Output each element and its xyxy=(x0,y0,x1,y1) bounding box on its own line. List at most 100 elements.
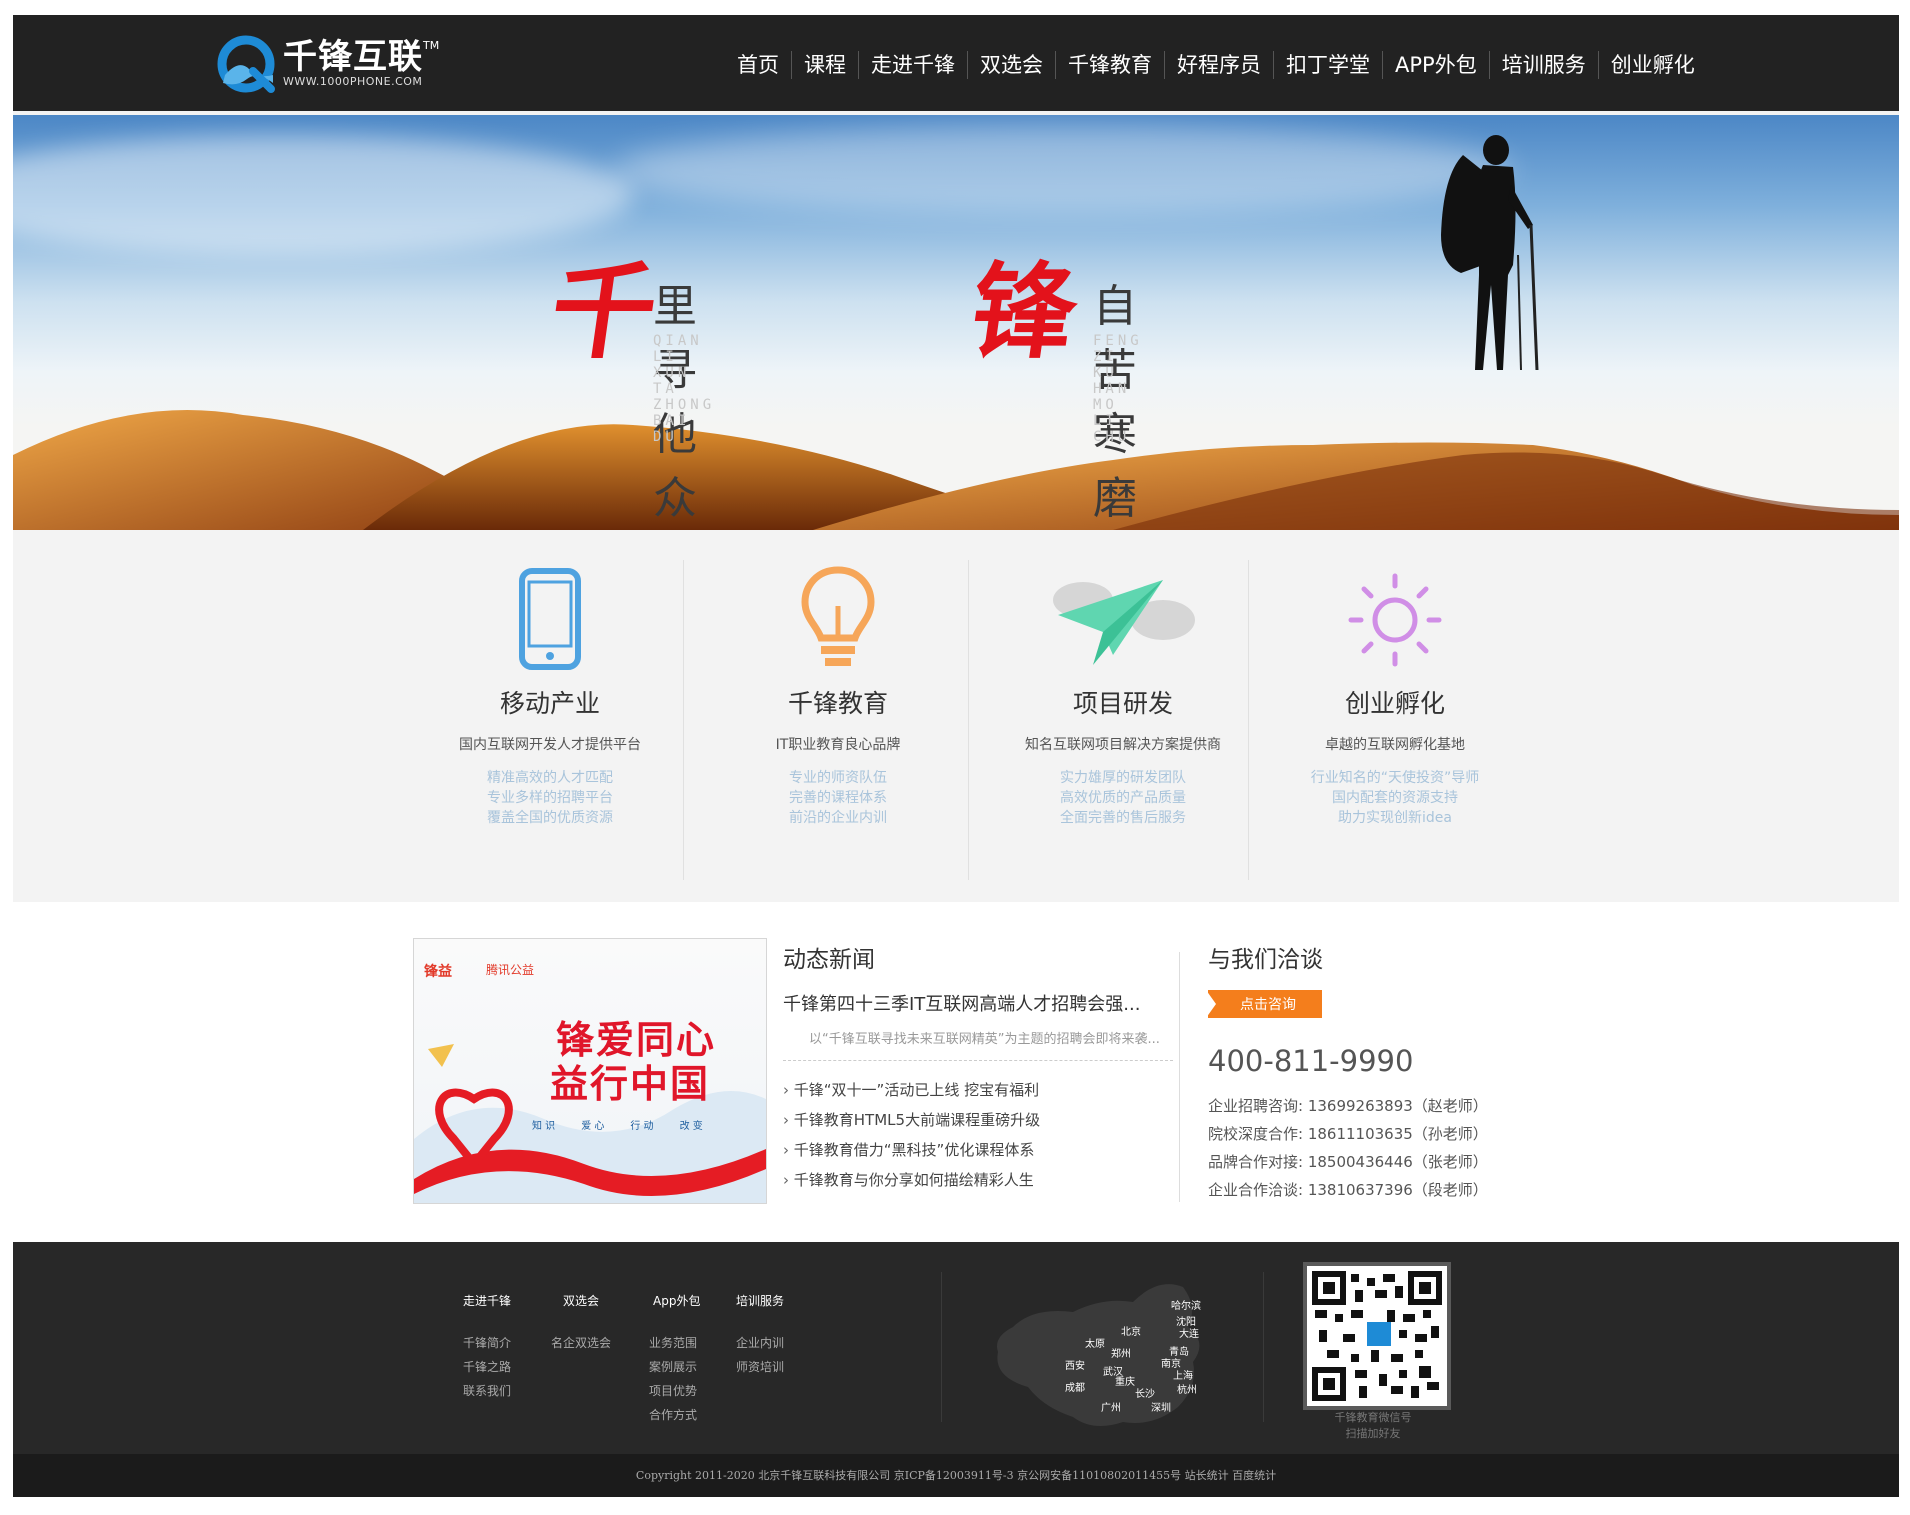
feature-desc: 精准高效的人才匹配 专业多样的招聘平台 覆盖全国的优质资源 xyxy=(410,768,690,828)
footer-link[interactable]: 合作方式 xyxy=(649,1403,700,1427)
divider xyxy=(1179,952,1180,1202)
footer-col-training: 培训服务 企业内训 师资培训 xyxy=(736,1292,784,1379)
feature-desc-line: 行业知名的“天使投资”导师 xyxy=(1310,770,1480,786)
nav-item-training[interactable]: 培训服务 xyxy=(1490,51,1599,79)
feature-desc: 实力雄厚的研发团队 高效优质的产品质量 全面完善的售后服务 xyxy=(983,768,1263,828)
contact-row: 企业合作洽谈: 13810637396（段老师） xyxy=(1208,1181,1488,1199)
footer-col-title: 走进千锋 xyxy=(463,1294,512,1308)
news-contact-section: 锋益 腾讯公益 锋爱同心 益行中国 知 识 爱 心 行 动 改 变 动态新闻 千… xyxy=(13,902,1899,1242)
promo-tag: 改 变 xyxy=(679,1121,703,1132)
contact-title: 与我们洽谈 xyxy=(1208,947,1323,973)
footer-col-title: 双选会 xyxy=(563,1294,600,1308)
promo-brand-2: 腾讯公益 xyxy=(486,963,535,977)
city-label: 太原 xyxy=(1085,1339,1105,1350)
footer-link[interactable]: 千锋之路 xyxy=(463,1355,511,1379)
logo[interactable]: 千锋互联TM WWW.1000PHONE.COM xyxy=(217,33,439,95)
features-section: 移动产业 国内互联网开发人才提供平台 精准高效的人才匹配 专业多样的招聘平台 覆… xyxy=(13,530,1899,902)
city-label: 杭州 xyxy=(1177,1385,1197,1396)
contact-list: 企业招聘咨询: 13699263893（赵老师） 院校深度合作: 1861110… xyxy=(1208,1092,1538,1204)
city-label: 广州 xyxy=(1101,1403,1121,1414)
footer-col-about: 走进千锋 千锋简介 千锋之路 联系我们 xyxy=(463,1292,511,1403)
footer-link[interactable]: 业务范围 xyxy=(649,1331,700,1355)
city-label: 上海 xyxy=(1173,1371,1193,1382)
city-label: 重庆 xyxy=(1115,1377,1135,1388)
feature-rnd[interactable]: 项目研发 知名互联网项目解决方案提供商 实力雄厚的研发团队 高效优质的产品质量 … xyxy=(983,560,1263,870)
promo-tag: 爱 心 xyxy=(581,1121,605,1132)
footer-col-jobfair: 双选会 名企双选会 xyxy=(551,1292,611,1355)
sun-icon xyxy=(1348,573,1442,667)
divider xyxy=(1248,560,1249,880)
feature-desc-line: 覆盖全国的优质资源 xyxy=(487,810,613,826)
logo-tm: TM xyxy=(423,39,440,52)
nav-item-good-programmer[interactable]: 好程序员 xyxy=(1165,51,1274,79)
consult-button[interactable]: 点击咨询 xyxy=(1206,990,1322,1018)
footer-col-title: 培训服务 xyxy=(736,1294,785,1308)
feature-subtitle: IT职业教育良心品牌 xyxy=(775,737,901,753)
feature-title: 千锋教育 xyxy=(787,689,888,718)
footer-link[interactable]: 联系我们 xyxy=(463,1379,511,1403)
promo-tags: 知 识 爱 心 行 动 改 变 xyxy=(532,1117,703,1132)
footer-col-app: App外包 业务范围 案例展示 项目优势 合作方式 xyxy=(649,1292,700,1427)
feature-title: 创业孵化 xyxy=(1344,689,1445,718)
feature-education[interactable]: 千锋教育 IT职业教育良心品牌 专业的师资队伍 完善的课程体系 前沿的企业内训 xyxy=(698,560,978,870)
nav-item-courses[interactable]: 课程 xyxy=(792,51,859,79)
footer-col-title: App外包 xyxy=(653,1294,701,1308)
promo-brand-1: 锋益 xyxy=(424,964,452,980)
slogan-char-feng: 锋 xyxy=(963,250,1085,373)
news-panel: 动态新闻 千锋第四十三季IT互联网高端人才招聘会强... 以“千锋互联寻找未来互… xyxy=(783,940,1173,1195)
feature-desc-line: 精准高效的人才匹配 xyxy=(487,770,613,786)
footer-link[interactable]: 师资培训 xyxy=(736,1355,784,1379)
news-item[interactable]: 千锋教育借力“黑科技”优化课程体系 xyxy=(783,1135,1173,1165)
footer-link[interactable]: 项目优势 xyxy=(649,1379,700,1403)
hotline-phone[interactable]: 400-811-9990 xyxy=(1208,1044,1538,1078)
china-campus-map: 哈尔滨 沈阳 大连 北京 太原 郑州 青岛 西安 武汉 南京 上海 成都 重庆 … xyxy=(973,1267,1233,1437)
phone-icon xyxy=(519,568,581,670)
nav-item-education[interactable]: 千锋教育 xyxy=(1056,51,1165,79)
nav-item-home[interactable]: 首页 xyxy=(725,51,792,79)
news-title: 动态新闻 xyxy=(783,947,875,973)
nav-item-about[interactable]: 走进千锋 xyxy=(859,51,968,79)
city-label: 深圳 xyxy=(1151,1403,1171,1414)
promo-line-2: 益行中国 xyxy=(550,1062,711,1106)
footer-link[interactable]: 案例展示 xyxy=(649,1355,700,1379)
qr-caption-line: 扫描加好友 xyxy=(1345,1427,1401,1440)
feature-mobile[interactable]: 移动产业 国内互联网开发人才提供平台 精准高效的人才匹配 专业多样的招聘平台 覆… xyxy=(410,560,690,870)
logo-url: WWW.1000PHONE.COM xyxy=(283,75,423,88)
footer-link[interactable]: 千锋简介 xyxy=(463,1331,511,1355)
city-label: 郑州 xyxy=(1111,1349,1131,1360)
feature-desc-line: 国内配套的资源支持 xyxy=(1332,790,1458,806)
promo-tag: 行 动 xyxy=(630,1121,654,1132)
site-header: 千锋互联TM WWW.1000PHONE.COM 首页 课程 走进千锋 双选会 … xyxy=(13,15,1899,115)
promo-image[interactable]: 锋益 腾讯公益 锋爱同心 益行中国 知 识 爱 心 行 动 改 变 xyxy=(413,938,767,1204)
main-nav: 首页 课程 走进千锋 双选会 千锋教育 好程序员 扣丁学堂 APP外包 培训服务… xyxy=(725,51,1707,79)
divider xyxy=(941,1272,942,1422)
news-item[interactable]: 千锋“双十一”活动已上线 挖宝有福利 xyxy=(783,1075,1173,1105)
feature-subtitle: 国内互联网开发人才提供平台 xyxy=(459,737,641,753)
nav-item-koudin[interactable]: 扣丁学堂 xyxy=(1274,51,1383,79)
news-item[interactable]: 千锋教育HTML5大前端课程重磅升级 xyxy=(783,1105,1173,1135)
feature-desc-line: 助力实现创新idea xyxy=(1338,810,1452,826)
footer-link[interactable]: 名企双选会 xyxy=(551,1331,611,1355)
desert-dunes-image xyxy=(13,135,1899,530)
divider xyxy=(968,560,969,880)
feature-desc-line: 实力雄厚的研发团队 xyxy=(1060,770,1186,786)
news-headline[interactable]: 千锋第四十三季IT互联网高端人才招聘会强... xyxy=(783,990,1173,1016)
city-label: 大连 xyxy=(1179,1329,1199,1340)
feature-desc-line: 完善的课程体系 xyxy=(789,790,887,806)
nav-item-incubation[interactable]: 创业孵化 xyxy=(1599,51,1707,79)
contact-row: 企业招聘咨询: 13699263893（赵老师） xyxy=(1208,1097,1488,1115)
nav-item-job-fair[interactable]: 双选会 xyxy=(968,51,1056,79)
city-label: 成都 xyxy=(1065,1383,1085,1394)
feature-desc: 行业知名的“天使投资”导师 国内配套的资源支持 助力实现创新idea xyxy=(1255,768,1535,828)
feature-desc-line: 专业多样的招聘平台 xyxy=(487,790,613,806)
news-item[interactable]: 千锋教育与你分享如何描绘精彩人生 xyxy=(783,1165,1173,1195)
hero-banner[interactable]: 千 里寻他众百度 QIAN LI XUN TA ZHONG BAI DU 锋 自… xyxy=(13,115,1899,530)
qr-caption: 千锋教育微信号 扫描加好友 xyxy=(1283,1410,1463,1442)
feature-incubation[interactable]: 创业孵化 卓越的互联网孵化基地 行业知名的“天使投资”导师 国内配套的资源支持 … xyxy=(1255,560,1535,870)
footer-link[interactable]: 企业内训 xyxy=(736,1331,784,1355)
nav-item-app-outsourcing[interactable]: APP外包 xyxy=(1383,51,1490,79)
feature-subtitle: 知名互联网项目解决方案提供商 xyxy=(1025,737,1221,753)
logo-name: 千锋互联 xyxy=(283,37,423,77)
paper-plane-icon xyxy=(1053,580,1195,665)
contact-row: 品牌合作对接: 18500436446（张老师） xyxy=(1208,1153,1488,1171)
